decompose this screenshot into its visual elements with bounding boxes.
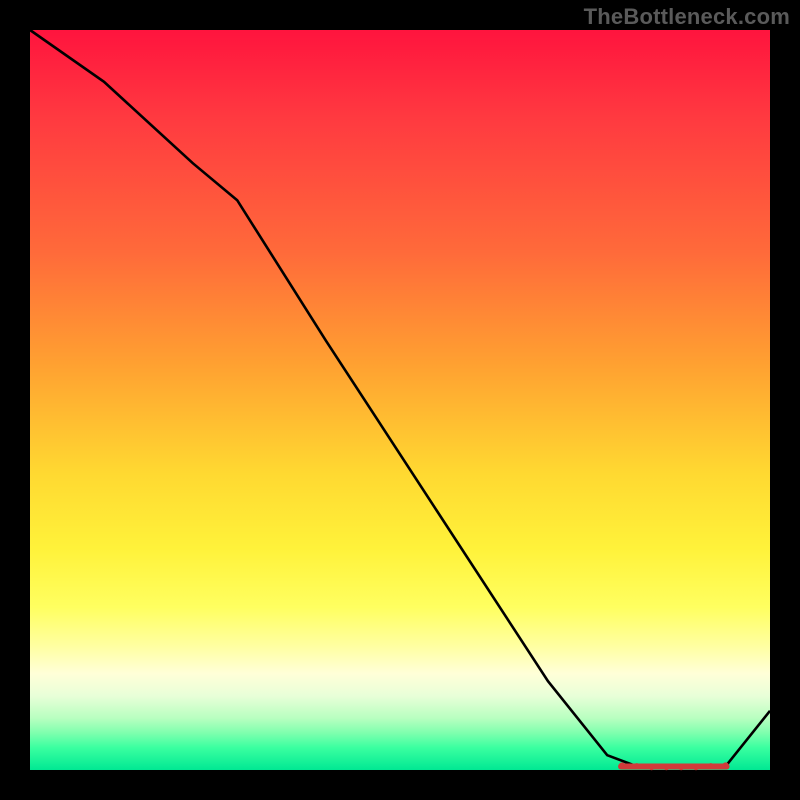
highlight-bar bbox=[618, 763, 730, 769]
chart-svg bbox=[30, 30, 770, 770]
chart-frame: TheBottleneck.com bbox=[0, 0, 800, 800]
series-curve bbox=[30, 30, 770, 768]
plot-area bbox=[30, 30, 770, 770]
watermark-text: TheBottleneck.com bbox=[584, 4, 790, 30]
